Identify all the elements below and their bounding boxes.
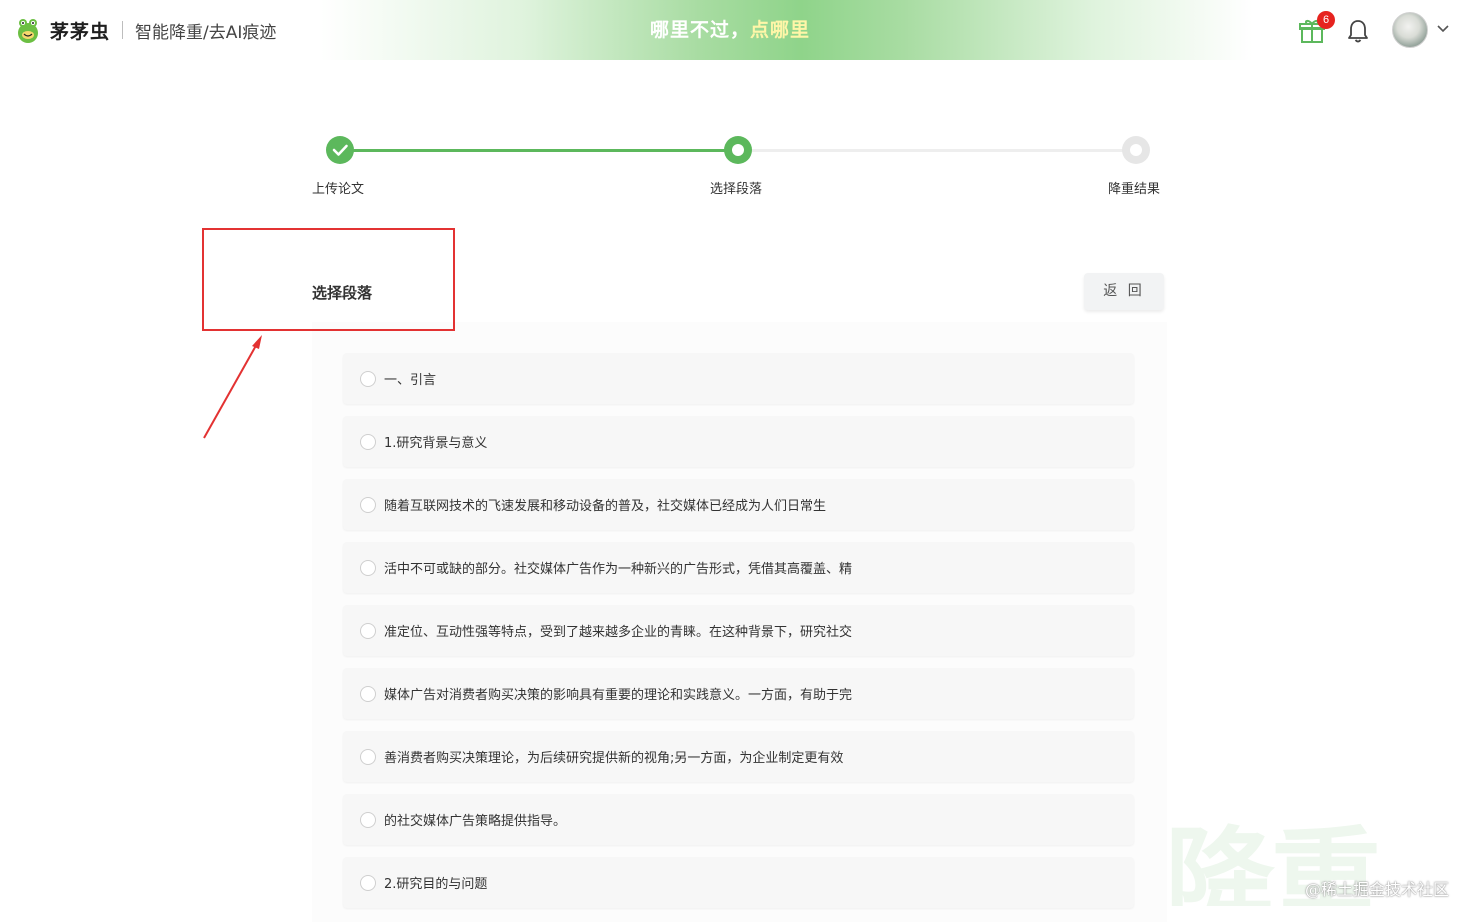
paragraph-row[interactable]: 善消费者购买决策理论，为后续研究提供新的视角;另一方面，为企业制定更有效: [343, 731, 1134, 782]
paragraph-row[interactable]: 的社交媒体广告策略提供指导。: [343, 794, 1134, 845]
paragraph-radio[interactable]: [360, 875, 376, 891]
check-icon: [332, 144, 348, 156]
step-3-label: 降重结果: [1108, 182, 1161, 197]
paragraph-row[interactable]: 2.研究目的与问题: [343, 857, 1134, 908]
paragraph-row[interactable]: 媒体广告对消费者购买决策的影响具有重要的理论和实践意义。一方面，有助于完: [343, 668, 1134, 719]
paragraph-text: 媒体广告对消费者购买决策的影响具有重要的理论和实践意义。一方面，有助于完: [384, 688, 853, 703]
brand-name: 茅茅虫: [50, 20, 111, 43]
step-2-indicator: [724, 136, 752, 164]
banner-text-2: 点哪里: [750, 19, 811, 41]
watermark-text: @稀土掘金技术社区: [1304, 880, 1449, 899]
back-button[interactable]: 返 回: [1084, 273, 1164, 310]
paragraph-radio[interactable]: [360, 749, 376, 765]
paragraph-text: 随着互联网技术的飞速发展和移动设备的普及，社交媒体已经成为人们日常生: [384, 499, 827, 514]
paragraph-radio[interactable]: [360, 623, 376, 639]
user-avatar[interactable]: [1392, 12, 1428, 48]
corner-watermark: 降重 @稀土掘金技术社区: [1165, 800, 1457, 906]
annotation-highlight-box: [202, 228, 455, 331]
step-2-label: 选择段落: [710, 182, 763, 197]
paragraph-text: 准定位、互动性强等特点，受到了越来越多企业的青睐。在这种背景下，研究社交: [384, 625, 853, 640]
paragraph-row[interactable]: 准定位、互动性强等特点，受到了越来越多企业的青睐。在这种背景下，研究社交: [343, 605, 1134, 656]
paragraph-radio[interactable]: [360, 560, 376, 576]
paragraph-row[interactable]: 活中不可或缺的部分。社交媒体广告作为一种新兴的广告形式，凭借其高覆盖、精: [343, 542, 1134, 593]
annotation-arrow-icon: [203, 335, 262, 439]
paragraph-radio[interactable]: [360, 371, 376, 387]
chevron-down-icon[interactable]: [1436, 22, 1450, 36]
bug-mascot-icon: [18, 19, 38, 43]
paragraph-radio[interactable]: [360, 497, 376, 513]
promo-banner[interactable]: 哪里不过，点哪里: [600, 14, 860, 46]
paragraph-radio[interactable]: [360, 686, 376, 702]
step-connector-pending: [750, 149, 1124, 152]
step-connector-done: [352, 149, 726, 152]
step-3-indicator: [1122, 136, 1150, 164]
gift-badge: 6: [1317, 11, 1335, 29]
top-header: 茅茅虫 智能降重/去AI痕迹 哪里不过，点哪里 6: [0, 0, 1457, 60]
paragraph-text: 一、引言: [384, 373, 437, 388]
brand-subtitle: 智能降重/去AI痕迹: [135, 22, 277, 43]
paragraph-text: 2.研究目的与问题: [384, 877, 488, 892]
paragraph-text: 善消费者购买决策理论，为后续研究提供新的视角;另一方面，为企业制定更有效: [384, 751, 844, 766]
brand-logo[interactable]: 茅茅虫 智能降重/去AI痕迹: [14, 14, 276, 46]
brand-divider: [122, 21, 124, 39]
paragraph-row[interactable]: 一、引言: [343, 353, 1134, 404]
paragraph-row[interactable]: 1.研究背景与意义: [343, 416, 1134, 467]
banner-text-1: 哪里不过，: [649, 19, 750, 41]
paragraph-radio[interactable]: [360, 434, 376, 450]
paragraph-radio[interactable]: [360, 812, 376, 828]
paragraph-text: 活中不可或缺的部分。社交媒体广告作为一种新兴的广告形式，凭借其高覆盖、精: [384, 562, 853, 577]
step-1-indicator: [326, 136, 354, 164]
step-1-label: 上传论文: [312, 182, 365, 197]
bell-icon[interactable]: [1346, 18, 1370, 44]
paragraph-text: 1.研究背景与意义: [384, 436, 488, 451]
paragraph-text: 的社交媒体广告策略提供指导。: [384, 814, 567, 829]
paragraph-row[interactable]: 随着互联网技术的飞速发展和移动设备的普及，社交媒体已经成为人们日常生: [343, 479, 1134, 530]
